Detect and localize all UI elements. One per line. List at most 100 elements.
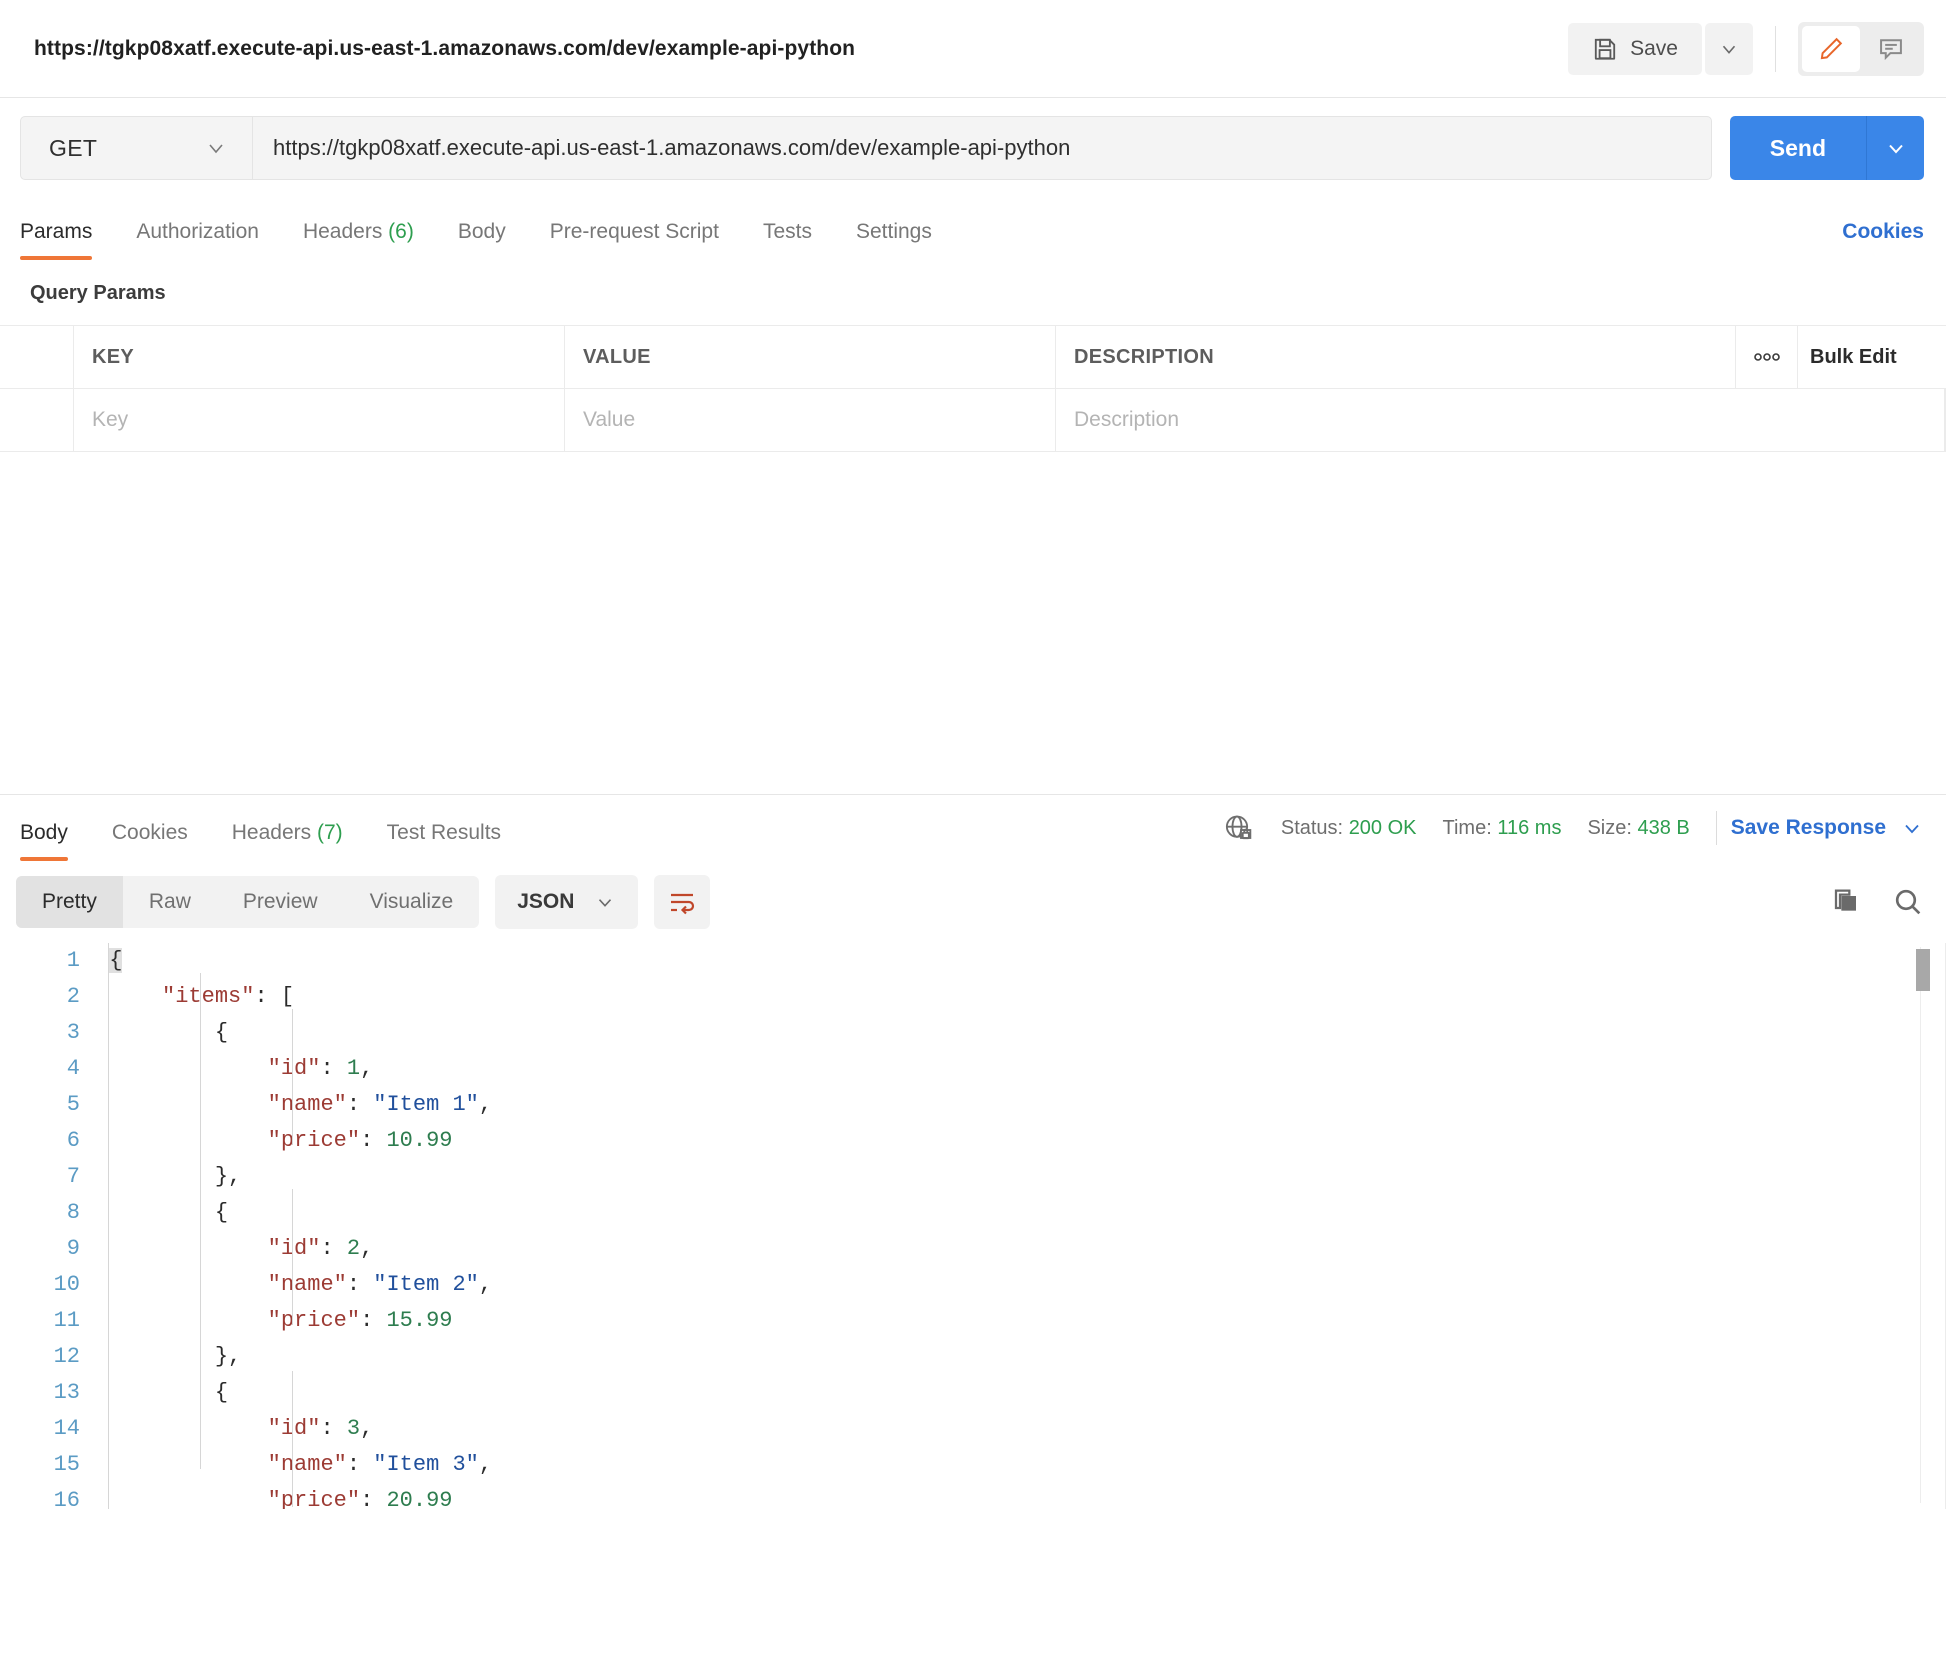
url-row: GET https://tgkp08xatf.execute-api.us-ea… [0, 98, 1946, 198]
code-scrollbar-track[interactable] [1920, 947, 1930, 1503]
response-format-toolbar: Pretty Raw Preview Visualize JSON [0, 861, 1946, 943]
http-method-label: GET [49, 135, 97, 162]
floppy-disk-icon [1592, 36, 1618, 62]
table-header-row: KEY VALUE DESCRIPTION Bulk Edit [0, 326, 1946, 389]
row-value-placeholder: Value [583, 408, 635, 432]
response-tab-test-results[interactable]: Test Results [365, 821, 523, 861]
three-dots-icon [1752, 351, 1782, 363]
response-tab-body-label: Body [20, 821, 68, 844]
tab-headers-label: Headers [303, 220, 382, 243]
view-pretty-button[interactable]: Pretty [16, 876, 123, 928]
tab-body[interactable]: Body [436, 220, 528, 260]
query-params-table: KEY VALUE DESCRIPTION Bulk Edit Key Valu… [0, 325, 1946, 452]
tab-headers[interactable]: Headers (6) [281, 220, 436, 260]
line-number-gutter: 12345678910111213141516171819 [0, 943, 96, 1509]
code-line: "id": 2, [96, 1231, 1946, 1267]
line-number: 12 [0, 1339, 80, 1375]
header-description-label: DESCRIPTION [1074, 346, 1214, 369]
save-response-button[interactable]: Save Response [1731, 816, 1924, 840]
response-tab-headers[interactable]: Headers (7) [210, 821, 365, 861]
code-line: }, [96, 1159, 1946, 1195]
line-number: 15 [0, 1447, 80, 1483]
response-view-segment: Pretty Raw Preview Visualize [16, 876, 479, 928]
code-line: "id": 1, [96, 1051, 1946, 1087]
row-checkbox-cell[interactable] [0, 389, 74, 451]
query-params-title: Query Params [0, 260, 1946, 325]
row-value-input[interactable]: Value [565, 389, 1056, 451]
tab-headers-count: (6) [388, 220, 414, 243]
size-value: 438 B [1637, 817, 1689, 839]
size-badge: Size: 438 B [1587, 817, 1689, 840]
wrap-text-icon [667, 889, 697, 915]
bulk-edit-button[interactable]: Bulk Edit [1798, 326, 1946, 388]
url-input[interactable]: https://tgkp08xatf.execute-api.us-east-1… [252, 116, 1712, 180]
save-button[interactable]: Save [1568, 23, 1702, 75]
header-cell-value: VALUE [565, 326, 1056, 388]
send-options-button[interactable] [1866, 116, 1924, 180]
code-line: { [96, 1195, 1946, 1231]
request-tabs: Params Authorization Headers (6) Body Pr… [0, 198, 1946, 260]
header-cell-key: KEY [74, 326, 565, 388]
response-header: Body Cookies Headers (7) Test Results [0, 795, 1946, 861]
row-description-input[interactable]: Description [1056, 389, 1945, 451]
status-badge: Status: 200 OK [1281, 817, 1417, 840]
toolbar-divider [1775, 26, 1776, 72]
response-tab-cookies-label: Cookies [112, 821, 188, 844]
tab-params[interactable]: Params [20, 220, 114, 260]
code-line: "price": 15.99 [96, 1303, 1946, 1339]
tab-authorization[interactable]: Authorization [114, 220, 281, 260]
edit-mode-button[interactable] [1802, 26, 1860, 72]
topbar-actions: Save [1568, 22, 1924, 76]
cookies-link[interactable]: Cookies [1842, 220, 1924, 260]
request-title: https://tgkp08xatf.execute-api.us-east-1… [34, 37, 855, 61]
line-number: 8 [0, 1195, 80, 1231]
tab-pre-request-script[interactable]: Pre-request Script [528, 220, 741, 260]
tab-tests-label: Tests [763, 220, 812, 243]
row-key-input[interactable]: Key [74, 389, 565, 451]
tab-settings[interactable]: Settings [834, 220, 954, 260]
tab-authorization-label: Authorization [136, 220, 259, 243]
response-tab-body[interactable]: Body [20, 821, 90, 861]
response-tab-headers-count: (7) [317, 821, 343, 844]
line-number: 11 [0, 1303, 80, 1339]
line-number: 9 [0, 1231, 80, 1267]
http-method-select[interactable]: GET [20, 116, 252, 180]
response-language-select[interactable]: JSON [495, 875, 638, 929]
code-line: { [96, 1375, 1946, 1411]
wrap-text-button[interactable] [654, 875, 710, 929]
header-checkbox-cell [0, 326, 74, 388]
table-options-button[interactable] [1736, 326, 1798, 388]
line-number: 16 [0, 1483, 80, 1509]
chevron-down-icon [1718, 38, 1740, 60]
response-tab-headers-label: Headers [232, 821, 311, 844]
send-button[interactable]: Send [1730, 116, 1866, 180]
view-raw-button[interactable]: Raw [123, 876, 217, 928]
copy-button[interactable] [1830, 886, 1862, 918]
status-value: 200 OK [1349, 817, 1417, 839]
comment-mode-button[interactable] [1862, 26, 1920, 72]
code-line: { [96, 1015, 1946, 1051]
chevron-down-icon [594, 891, 616, 913]
indent-guide [292, 1371, 293, 1507]
code-content[interactable]: { "items": [ { "id": 1, "name": "Item 1"… [96, 943, 1946, 1509]
indent-guide [200, 973, 201, 1469]
view-visualize-button[interactable]: Visualize [344, 876, 480, 928]
top-bar: https://tgkp08xatf.execute-api.us-east-1… [0, 0, 1946, 98]
view-mode-group [1798, 22, 1924, 76]
save-response-label: Save Response [1731, 816, 1886, 840]
line-number: 1 [0, 943, 80, 979]
code-scrollbar-thumb[interactable] [1916, 949, 1930, 991]
view-preview-button[interactable]: Preview [217, 876, 344, 928]
response-tab-cookies[interactable]: Cookies [90, 821, 210, 861]
search-button[interactable] [1892, 886, 1924, 918]
code-line: }, [96, 1339, 1946, 1375]
size-label: Size: [1587, 817, 1631, 839]
tab-tests[interactable]: Tests [741, 220, 834, 260]
code-line: "price": 20.99 [96, 1483, 1946, 1509]
response-body-code[interactable]: 12345678910111213141516171819 { "items":… [0, 943, 1946, 1509]
line-number: 13 [0, 1375, 80, 1411]
tab-body-label: Body [458, 220, 506, 243]
search-icon [1892, 886, 1924, 918]
save-options-button[interactable] [1705, 23, 1753, 75]
response-meta: Status: 200 OK Time: 116 ms Size: 438 B … [1223, 811, 1924, 861]
